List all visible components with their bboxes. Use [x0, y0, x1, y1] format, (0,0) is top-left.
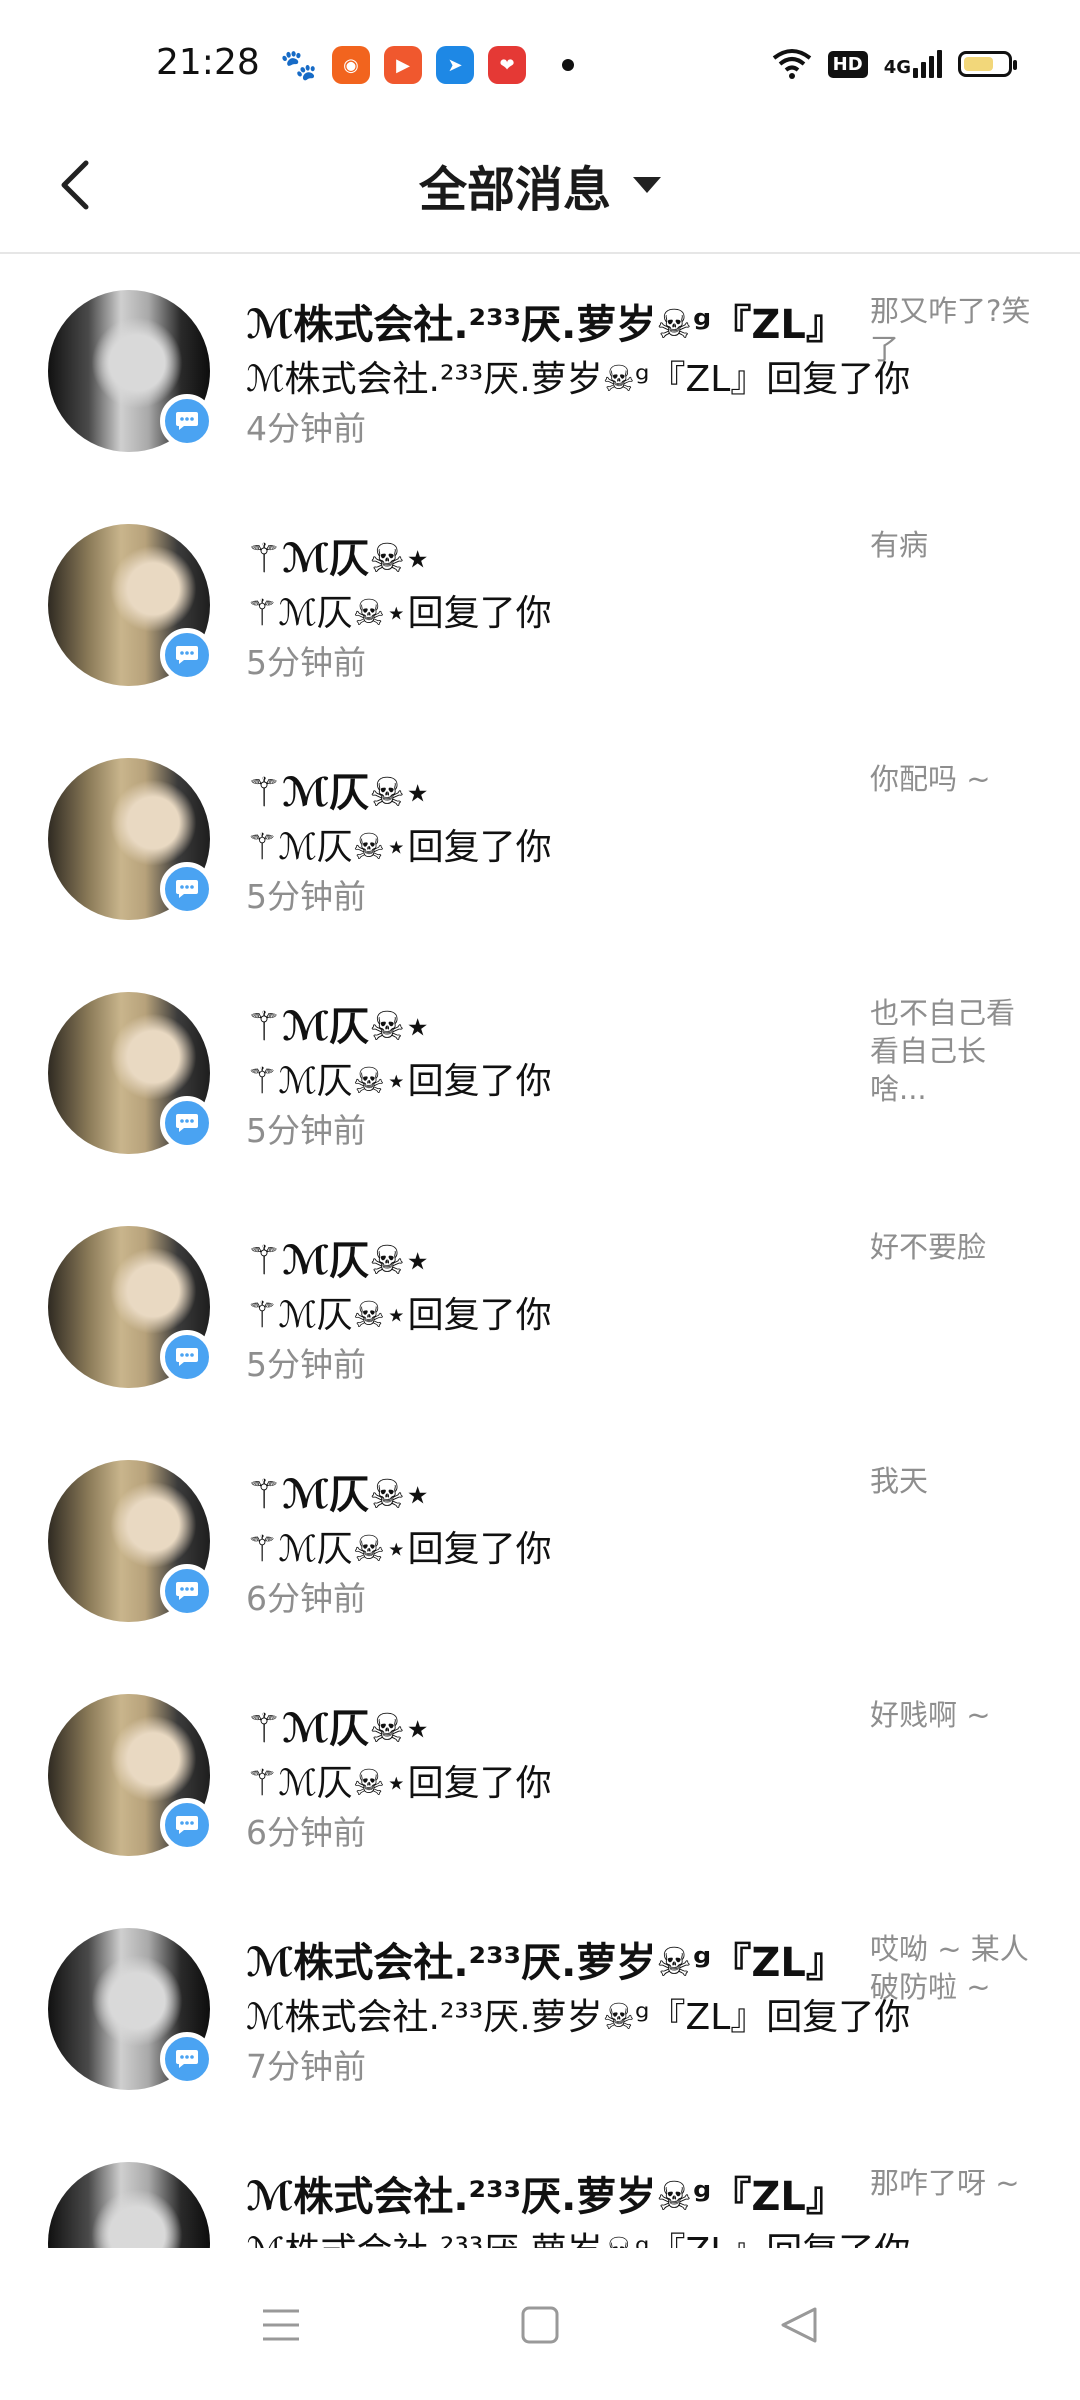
video-icon: ▶ [384, 46, 422, 84]
reply-notice: ⚚ℳ仄☠⋆回复了你 [246, 593, 552, 634]
caret-down-icon [633, 177, 661, 193]
home-button[interactable] [505, 2290, 575, 2360]
menu-button[interactable] [246, 2290, 316, 2360]
message-preview: 也不自己看看自己长啥... [870, 996, 1016, 1106]
comment-badge-icon [160, 1798, 214, 1852]
comment-badge-icon [160, 394, 214, 448]
reply-notice: ℳ株式会社.²³³厌.萝岁☠ᵍ『ZL』回复了你 [246, 359, 911, 400]
timestamp: 6分钟前 [246, 1813, 366, 1852]
message-preview: 好不要脸 [870, 1230, 987, 1264]
comment-badge-icon [160, 2032, 214, 2086]
status-time: 21:28 [156, 42, 260, 83]
message-preview: 你配吗 ~ [870, 762, 991, 796]
weibo-icon: ❤ [488, 46, 526, 84]
message-item[interactable]: ⚚ℳ仄☠⋆ ⚚ℳ仄☠⋆回复了你 6分钟前 我天 [0, 1424, 1080, 1658]
username: ℳ株式会社.²³³厌.萝岁☠ᵍ『ZL』 [246, 1940, 846, 1986]
battery-icon [958, 51, 1017, 77]
baidu-icon: 🐾 [280, 46, 318, 84]
notification-icons: 🐾 ◉ ▶ ➤ ❤ [280, 46, 574, 84]
avatar[interactable] [48, 2162, 210, 2248]
message-preview: 那咋了呀 ~ [870, 2166, 1020, 2200]
comment-badge-icon [160, 1096, 214, 1150]
message-preview: 哎呦 ~ 某人破防啦 ~ [870, 1932, 1029, 2004]
comment-badge-icon [160, 1564, 214, 1618]
message-preview: 好贱啊 ~ [870, 1698, 991, 1732]
reply-notice: ⚚ℳ仄☠⋆回复了你 [246, 827, 552, 868]
page-title: 全部消息 [418, 162, 611, 218]
reply-notice: ⚚ℳ仄☠⋆回复了你 [246, 1295, 552, 1336]
username: ℳ株式会社.²³³厌.萝岁☠ᵍ『ZL』 [246, 2174, 846, 2220]
username: ⚚ℳ仄☠⋆ [246, 1004, 431, 1050]
username: ⚚ℳ仄☠⋆ [246, 536, 431, 582]
feishu-icon: ➤ [436, 46, 474, 84]
username: ⚚ℳ仄☠⋆ [246, 1706, 431, 1752]
message-item[interactable]: ⚚ℳ仄☠⋆ ⚚ℳ仄☠⋆回复了你 5分钟前 也不自己看看自己长啥... [0, 956, 1080, 1190]
message-preview: 有病 [870, 528, 929, 562]
status-bar: 21:28 🐾 ◉ ▶ ➤ ❤ HD 4G [0, 0, 1080, 120]
message-item[interactable]: ⚚ℳ仄☠⋆ ⚚ℳ仄☠⋆回复了你 5分钟前 好不要脸 [0, 1190, 1080, 1424]
username: ⚚ℳ仄☠⋆ [246, 770, 431, 816]
cell-signal-icon: 4G [884, 50, 942, 78]
menu-icon [263, 2309, 299, 2341]
timestamp: 5分钟前 [246, 877, 366, 916]
reply-notice: ⚚ℳ仄☠⋆回复了你 [246, 1763, 552, 1804]
message-item[interactable]: ℳ株式会社.²³³厌.萝岁☠ᵍ『ZL』ℳ株式会社.²³³厌.萝岁☠ᵍ『ZL』回复… [0, 2126, 1080, 2248]
comment-badge-icon [160, 1330, 214, 1384]
message-item[interactable]: ⚚ℳ仄☠⋆ ⚚ℳ仄☠⋆回复了你 5分钟前 有病 [0, 488, 1080, 722]
timestamp: 4分钟前 [246, 409, 366, 448]
title-dropdown[interactable]: 全部消息 [0, 150, 1080, 220]
comment-badge-icon [160, 862, 214, 916]
timestamp: 5分钟前 [246, 643, 366, 682]
back-triangle-icon [781, 2307, 817, 2343]
timestamp: 6分钟前 [246, 1579, 366, 1618]
username: ⚚ℳ仄☠⋆ [246, 1238, 431, 1284]
message-item[interactable]: ⚚ℳ仄☠⋆ ⚚ℳ仄☠⋆回复了你 6分钟前 好贱啊 ~ [0, 1658, 1080, 1892]
timestamp: 5分钟前 [246, 1111, 366, 1150]
kuaishou-icon: ◉ [332, 46, 370, 84]
reply-notice: ℳ株式会社.²³³厌.萝岁☠ᵍ『ZL』回复了你 [246, 1997, 911, 2038]
wifi-icon [772, 49, 811, 79]
comment-badge-icon [160, 628, 214, 682]
reply-notice: ⚚ℳ仄☠⋆回复了你 [246, 1529, 552, 1570]
message-preview: 我天 [870, 1464, 929, 1498]
system-nav-bar [0, 2248, 1080, 2400]
username: ℳ株式会社.²³³厌.萝岁☠ᵍ『ZL』 [246, 302, 846, 348]
timestamp: 5分钟前 [246, 1345, 366, 1384]
status-right: HD 4G [772, 48, 1017, 80]
message-item[interactable]: ⚚ℳ仄☠⋆ ⚚ℳ仄☠⋆回复了你 5分钟前 你配吗 ~ [0, 722, 1080, 956]
reply-notice: ℳ株式会社.²³³厌.萝岁☠ᵍ『ZL』回复了你 [246, 2222, 910, 2248]
message-item[interactable]: ℳ株式会社.²³³厌.萝岁☠ᵍ『ZL』 ℳ株式会社.²³³厌.萝岁☠ᵍ『ZL』回复… [0, 254, 1080, 488]
header: 全部消息 [0, 120, 1080, 254]
hd-badge: HD [827, 50, 868, 78]
battery-level [964, 57, 993, 71]
username: ⚚ℳ仄☠⋆ [246, 1472, 431, 1518]
timestamp: 7分钟前 [246, 2047, 366, 2086]
message-item[interactable]: ℳ株式会社.²³³厌.萝岁☠ᵍ『ZL』 ℳ株式会社.²³³厌.萝岁☠ᵍ『ZL』回复… [0, 1892, 1080, 2126]
message-preview: 那又咋了?笑了 [870, 294, 1031, 366]
home-square-icon [521, 2306, 559, 2344]
message-list[interactable]: ℳ株式会社.²³³厌.萝岁☠ᵍ『ZL』 ℳ株式会社.²³³厌.萝岁☠ᵍ『ZL』回复… [0, 254, 1080, 2248]
back-nav-button[interactable] [764, 2290, 834, 2360]
more-notifications-dot [562, 59, 574, 71]
reply-notice: ⚚ℳ仄☠⋆回复了你 [246, 1061, 552, 1102]
network-type: 4G [883, 57, 911, 78]
